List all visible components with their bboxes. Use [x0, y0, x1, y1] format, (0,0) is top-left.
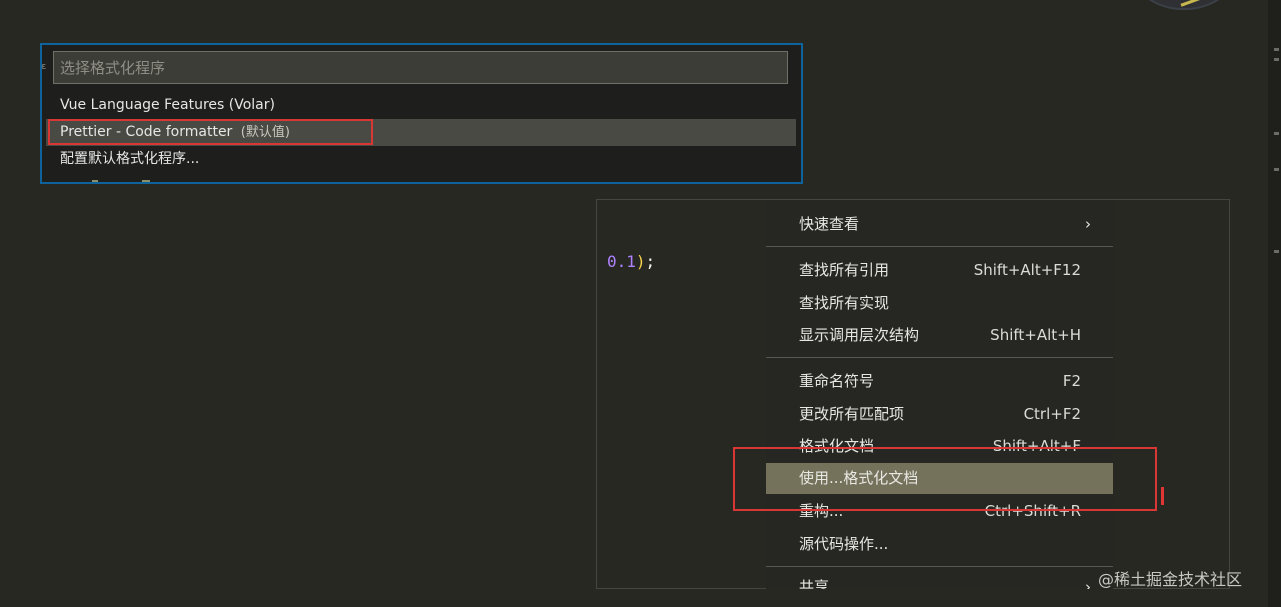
menu-item-shortcut: Ctrl+F2	[1023, 405, 1081, 423]
formatter-search-input[interactable]	[53, 51, 788, 84]
menu-item-label: 快速查看	[799, 215, 860, 233]
scrollbar-marker	[1274, 58, 1279, 61]
menu-item-label: 重构...	[799, 502, 844, 520]
menu-item-label: 格式化文档	[799, 437, 875, 455]
code-paren: )	[635, 252, 646, 271]
menu-item-label: 显示调用层次结构	[799, 326, 920, 344]
annotation-cursor-mark	[1161, 487, 1164, 505]
menu-item-shortcut: Shift+Alt+F	[992, 437, 1081, 455]
menu-separator	[766, 357, 1113, 358]
code-line: 0.1);	[607, 252, 655, 271]
menu-item-shortcut: F2	[1062, 372, 1081, 390]
menu-item-label: 使用...格式化文档	[799, 469, 919, 487]
formatter-option-prettier[interactable]: Prettier - Code formatter (默认值)	[46, 119, 796, 146]
chevron-right-icon: ›	[1085, 578, 1091, 589]
chevron-right-icon: ›	[1085, 215, 1091, 233]
menu-item-change-all-occurrences[interactable]: 更改所有匹配项 Ctrl+F2	[766, 399, 1113, 430]
formatter-option-volar[interactable]: Vue Language Features (Volar)	[46, 92, 796, 119]
menu-item-source-action[interactable]: 源代码操作...	[766, 529, 1113, 560]
code-semicolon: ;	[645, 252, 656, 271]
quick-pick-edge-glyph: ε	[41, 62, 47, 72]
formatter-list: Vue Language Features (Volar) Prettier -…	[46, 92, 796, 173]
menu-separator	[766, 246, 1113, 247]
menu-item-label: 重命名符号	[799, 372, 875, 390]
formatter-option-label: 配置默认格式化程序...	[60, 151, 200, 167]
menu-item-show-call-hierarchy[interactable]: 显示调用层次结构 Shift+Alt+H	[766, 320, 1113, 351]
scrollbar-marker	[1274, 168, 1279, 171]
scrollbar-marker	[1274, 48, 1279, 51]
formatter-option-label: Vue Language Features (Volar)	[60, 97, 275, 113]
menu-item-shortcut: Ctrl+Shift+R	[984, 502, 1081, 520]
menu-item-rename-symbol[interactable]: 重命名符号 F2	[766, 366, 1113, 397]
code-number-literal: 0.1	[607, 252, 636, 271]
underlying-code-fragment	[78, 178, 158, 184]
menu-item-label: 更改所有匹配项	[799, 405, 905, 423]
menu-item-share[interactable]: 共享 ›	[766, 572, 1113, 589]
menu-item-find-all-implementations[interactable]: 查找所有实现	[766, 288, 1113, 319]
menu-item-label: 源代码操作...	[799, 535, 889, 553]
editor-context-menu: 快速查看 › 查找所有引用 Shift+Alt+F12 查找所有实现 显示调用层…	[766, 200, 1113, 589]
menu-item-format-document[interactable]: 格式化文档 Shift+Alt+F	[766, 431, 1113, 462]
vscode-window: ε Vue Language Features (Volar) Prettier…	[0, 0, 1281, 607]
formatter-quick-pick: ε Vue Language Features (Volar) Prettier…	[40, 43, 803, 184]
menu-item-shortcut: Shift+Alt+H	[990, 326, 1081, 344]
menu-item-find-all-references[interactable]: 查找所有引用 Shift+Alt+F12	[766, 255, 1113, 286]
site-watermark: @稀土掘金技术社区	[1098, 570, 1243, 589]
formatter-option-label: Prettier - Code formatter	[60, 124, 233, 140]
menu-item-format-document-with[interactable]: 使用...格式化文档	[766, 463, 1113, 494]
formatter-option-default-badge: (默认值)	[240, 125, 290, 140]
menu-item-shortcut: Shift+Alt+F12	[973, 261, 1081, 279]
scrollbar-marker	[1274, 132, 1279, 135]
scrollbar-marker	[1274, 250, 1279, 253]
menu-separator	[766, 566, 1113, 567]
menu-item-label: 查找所有实现	[799, 294, 890, 312]
vertical-scrollbar[interactable]	[1268, 0, 1281, 607]
formatter-option-configure-default[interactable]: 配置默认格式化程序...	[46, 146, 796, 173]
menu-item-label: 共享	[799, 578, 830, 589]
menu-item-label: 查找所有引用	[799, 261, 890, 279]
menu-item-peek[interactable]: 快速查看 ›	[766, 209, 1113, 240]
menu-item-refactor[interactable]: 重构... Ctrl+Shift+R	[766, 496, 1113, 527]
